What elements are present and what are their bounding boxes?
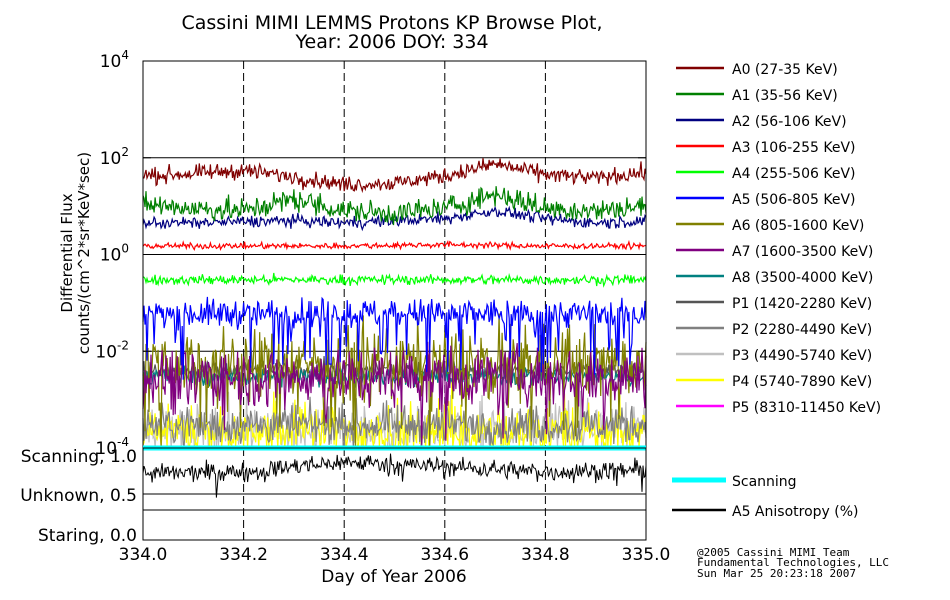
xtick-label-3: 334.6 [420, 545, 469, 565]
legend-label-status-0: Scanning [732, 474, 797, 490]
xtick-label-0: 334.0 [119, 545, 168, 565]
series-line-a4 [142, 272, 647, 288]
y-axis-label-line1: Differential Flux [58, 193, 76, 312]
legend-label-4: A4 (255-506 KeV) [732, 166, 855, 182]
legend-label-8: A8 (3500-4000 KeV) [732, 270, 873, 286]
series-line-a0 [142, 158, 647, 194]
xtick-label-2: 334.4 [320, 545, 369, 565]
legend-label-9: P1 (1420-2280 KeV) [732, 296, 872, 312]
status-series-lines [142, 445, 647, 498]
flux-ytick-label-2: 100 [100, 242, 129, 266]
x-axis-label: Day of Year 2006 [321, 567, 466, 587]
xtick-label-4: 334.8 [521, 545, 570, 565]
footer-timestamp: Sun Mar 25 20:23:18 2007 [697, 567, 856, 580]
legend-label-7: A7 (1600-3500 KeV) [732, 244, 873, 260]
legend-label-2: A2 (56-106 KeV) [732, 114, 847, 130]
status-y-ticks: Scanning, 1.0 Unknown, 0.5 Staring, 0.0 [20, 447, 137, 546]
legend-label-5: A5 (506-805 KeV) [732, 192, 855, 208]
flux-ytick-label-1: 102 [100, 145, 129, 169]
y-axis-label-line2: counts/(cm^2*sr*KeV*sec) [75, 152, 93, 354]
legend-label-11: P3 (4490-5740 KeV) [732, 348, 872, 364]
series-line-a5-anisotropy [142, 453, 647, 498]
legend-label-13: P5 (8310-11450 KeV) [732, 400, 881, 416]
legend-label-status-1: A5 Anisotropy (%) [732, 504, 859, 520]
legend-label-6: A6 (805-1600 KeV) [732, 218, 864, 234]
status-gridlines [143, 448, 646, 540]
series-line-a1 [142, 186, 647, 226]
legend: A0 (27-35 KeV) A1 (35-56 KeV) A2 (56-106 K… [672, 62, 881, 520]
legend-label-12: P4 (5740-7890 KeV) [732, 374, 872, 390]
status-ytick-label-0: Scanning, 1.0 [21, 447, 137, 467]
flux-ytick-label-0: 104 [100, 48, 129, 72]
xtick-label-1: 334.2 [219, 545, 268, 565]
legend-label-0: A0 (27-35 KeV) [732, 62, 838, 78]
chart-canvas: Cassini MIMI LEMMS Protons KP Browse Plo… [20, 12, 889, 587]
flux-ytick-label-3: 10-2 [95, 338, 129, 362]
status-ytick-label-2: Staring, 0.0 [38, 526, 137, 546]
x-ticks: 334.0 334.2 334.4 334.6 334.8 335.0 [119, 532, 671, 565]
legend-label-3: A3 (106-255 KeV) [732, 140, 855, 156]
xtick-label-5: 335.0 [622, 545, 671, 565]
legend-label-1: A1 (35-56 KeV) [732, 88, 838, 104]
flux-series-lines [142, 158, 647, 449]
series-line-a3 [142, 239, 647, 251]
chart-title-line2: Year: 2006 DOY: 334 [294, 31, 488, 53]
status-panel: Scanning, 1.0 Unknown, 0.5 Staring, 0.0 [20, 445, 647, 546]
legend-label-10: P2 (2280-4490 KeV) [732, 322, 872, 338]
status-ytick-label-1: Unknown, 0.5 [20, 486, 137, 506]
flux-panel: 10410210010-210-4 [95, 48, 647, 459]
